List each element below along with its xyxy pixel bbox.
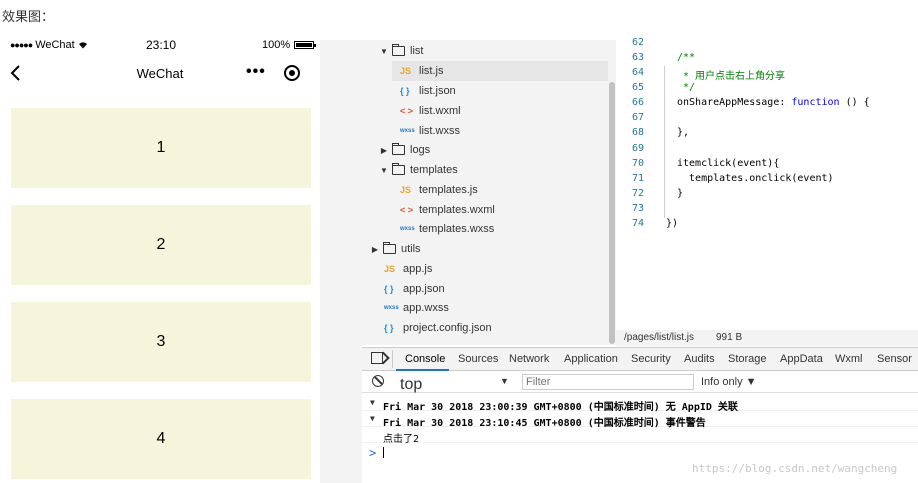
tab-console[interactable]: Console xyxy=(405,353,445,365)
tree-file-project-config[interactable]: { } project.config.json xyxy=(384,318,492,338)
code-line: 70 itemclick(event){ xyxy=(631,158,780,169)
close-capsule-icon[interactable] xyxy=(284,65,300,81)
js-file-icon: JS xyxy=(400,185,412,195)
caption: 效果图： xyxy=(2,9,55,24)
js-file-icon: JS xyxy=(400,66,412,76)
tree-file-app-wxss[interactable]: wxss app.wxss xyxy=(384,298,449,318)
phone-simulator: ●●●●● WeChat 23:10 100% WeChat ••• 1 2 3… xyxy=(0,33,320,483)
tree-file-list-js[interactable]: JS list.js xyxy=(392,61,608,81)
console-message: 点击了2 xyxy=(362,427,918,445)
code-line: 63/** xyxy=(631,52,696,63)
tree-file-app-js[interactable]: JS app.js xyxy=(384,259,432,279)
dropdown-arrow-icon: ▼ xyxy=(500,376,509,386)
code-line: 73 xyxy=(631,203,644,214)
tree-file-app-json[interactable]: { } app.json xyxy=(384,279,445,299)
tab-sensor[interactable]: Sensor xyxy=(877,353,912,365)
code-line: 72} xyxy=(631,188,684,199)
list-item[interactable]: 3 xyxy=(11,302,311,382)
collapsed-triangle-icon: ▶ xyxy=(380,145,388,155)
json-file-icon: { } xyxy=(400,86,410,96)
tab-sources[interactable]: Sources xyxy=(458,353,498,365)
tab-audits[interactable]: Audits xyxy=(684,353,715,365)
inspect-element-icon[interactable] xyxy=(371,352,383,364)
tab-network[interactable]: Network xyxy=(509,353,549,365)
context-select[interactable]: top ▼ xyxy=(394,373,514,393)
folder-icon xyxy=(392,44,405,56)
expand-triangle-icon[interactable]: ▼ xyxy=(370,414,375,423)
code-editor[interactable]: 62 63/** 64 * 用户点击右上角分享 65 */ 66 onShareA… xyxy=(616,37,918,330)
more-icon[interactable]: ••• xyxy=(246,63,266,81)
code-line: 74}) xyxy=(631,218,679,229)
signal-dots-icon: ●●●●● xyxy=(10,40,33,50)
nav-title: WeChat xyxy=(136,66,184,81)
nav-bar: WeChat ••• xyxy=(0,57,320,91)
tree-file-list-wxml[interactable]: < > list.wxml xyxy=(400,101,461,121)
panel-gutter xyxy=(320,40,362,483)
wxml-file-icon: < > xyxy=(400,205,414,215)
file-tree: ▼ list JS list.js { } list.json < > list… xyxy=(362,40,616,345)
battery-percent: 100% xyxy=(262,39,291,51)
tree-file-list-wxss[interactable]: wxss list.wxss xyxy=(400,121,460,141)
tab-security[interactable]: Security xyxy=(631,353,671,365)
folder-icon xyxy=(383,242,396,254)
code-line: 69 xyxy=(631,143,644,154)
expand-triangle-icon[interactable]: ▼ xyxy=(370,398,375,407)
tab-storage[interactable]: Storage xyxy=(728,353,767,365)
code-line: 66 onShareAppMessage: function () { xyxy=(631,97,870,108)
json-file-icon: { } xyxy=(384,323,394,333)
json-file-icon: { } xyxy=(384,284,394,294)
tab-wxml[interactable]: Wxml xyxy=(835,353,863,365)
clear-console-icon[interactable] xyxy=(372,375,384,387)
code-line: 62 xyxy=(631,37,644,48)
tree-folder-utils[interactable]: ▶ utils xyxy=(370,239,421,259)
console-message[interactable]: ▼ Fri Mar 30 2018 23:10:45 GMT+0800 (中国标… xyxy=(362,411,918,429)
editor-status-bar: /pages/list/list.js 991 B xyxy=(616,330,918,346)
code-line: 64 * 用户点击右上角分享 xyxy=(631,67,786,82)
console-message[interactable]: ▼ Fri Mar 30 2018 23:00:39 GMT+0800 (中国标… xyxy=(362,395,918,413)
code-line: 65 */ xyxy=(631,82,696,93)
folder-icon xyxy=(392,143,405,155)
tree-folder-logs[interactable]: ▶ logs xyxy=(379,140,430,160)
wxss-file-icon: wxss xyxy=(400,128,415,134)
log-levels-select[interactable]: Info only ▼ xyxy=(701,376,757,388)
file-size: 991 B xyxy=(716,332,743,343)
code-line: 71 templates.onclick(event) xyxy=(631,173,834,184)
devtools-tab-bar: Console Sources Network Application Secu… xyxy=(362,347,918,371)
list-item[interactable]: 2 xyxy=(11,205,311,285)
tree-file-templates-wxml[interactable]: < > templates.wxml xyxy=(400,200,495,220)
expanded-triangle-icon: ▼ xyxy=(380,46,388,56)
tree-file-templates-js[interactable]: JS templates.js xyxy=(400,180,478,200)
folder-icon xyxy=(392,163,405,175)
collapsed-triangle-icon: ▶ xyxy=(371,244,379,254)
expanded-triangle-icon: ▼ xyxy=(380,165,388,175)
watermark: https://blog.csdn.net/wangcheng xyxy=(692,462,898,475)
carrier-label: WeChat xyxy=(35,39,75,51)
wxss-file-icon: wxss xyxy=(384,305,399,311)
status-time: 23:10 xyxy=(146,38,177,52)
tree-file-list-json[interactable]: { } list.json xyxy=(400,81,456,101)
tab-application[interactable]: Application xyxy=(564,353,618,365)
tree-folder-templates[interactable]: ▼ templates xyxy=(379,160,458,180)
battery-icon xyxy=(294,41,317,49)
js-file-icon: JS xyxy=(384,264,396,274)
tree-file-templates-wxss[interactable]: wxss templates.wxss xyxy=(400,219,494,239)
file-tree-scrollbar-thumb[interactable] xyxy=(609,82,615,344)
wifi-icon xyxy=(78,42,87,49)
list-item[interactable]: 4 xyxy=(11,399,311,479)
tree-folder-list[interactable]: ▼ list xyxy=(379,41,423,61)
list-item[interactable]: 1 xyxy=(11,108,311,188)
indent-guide xyxy=(664,66,665,218)
console-input-caret[interactable] xyxy=(383,447,384,458)
wxml-file-icon: < > xyxy=(400,106,414,116)
code-line: 68}, xyxy=(631,127,690,138)
status-bar: ●●●●● WeChat 23:10 100% xyxy=(0,33,320,57)
tab-separator xyxy=(392,350,393,368)
console-filter-input[interactable] xyxy=(522,374,694,390)
console-prompt-icon: > xyxy=(369,446,377,460)
wxss-file-icon: wxss xyxy=(400,226,415,232)
code-line: 67 xyxy=(631,112,644,123)
tab-appdata[interactable]: AppData xyxy=(780,353,823,365)
file-path: /pages/list/list.js xyxy=(624,332,695,343)
